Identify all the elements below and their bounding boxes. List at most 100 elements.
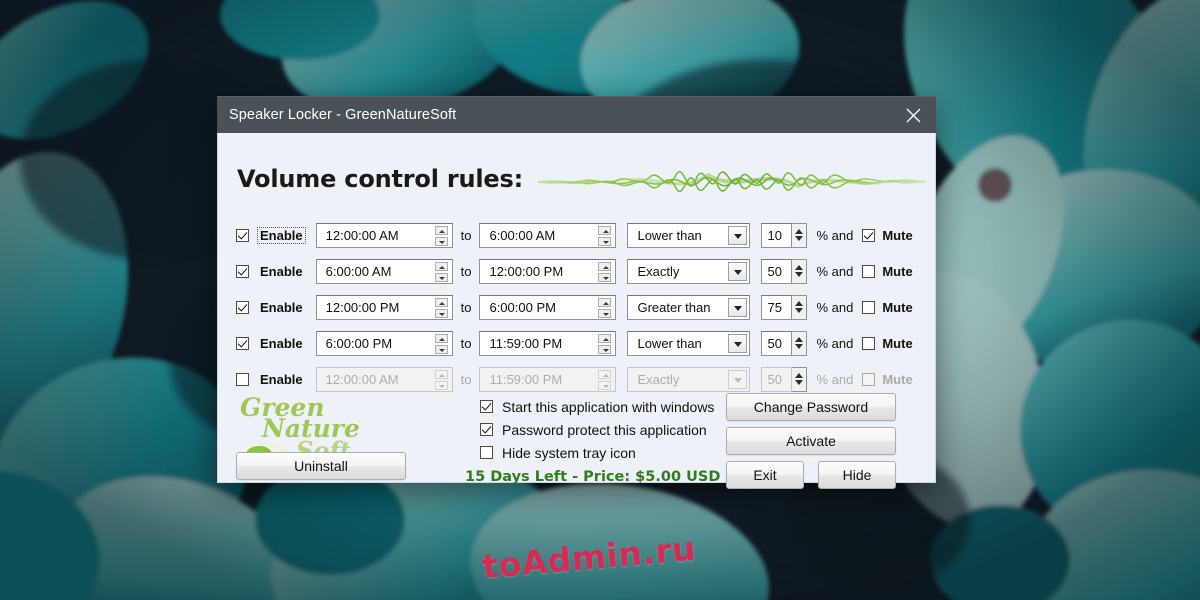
option-password-protect[interactable]: Password protect this application: [480, 418, 714, 441]
chevron-down-icon[interactable]: [728, 333, 748, 353]
spinner-down-icon[interactable]: [598, 236, 612, 246]
spinner-up-icon[interactable]: [434, 261, 448, 271]
spinner-up-icon[interactable]: [434, 297, 448, 307]
window-titlebar[interactable]: Speaker Locker - GreenNatureSoft: [217, 96, 936, 133]
rule-condition-select[interactable]: Exactly: [627, 366, 751, 392]
rule-percent-value: 50: [767, 371, 782, 387]
hide-tray-icon-checkbox[interactable]: [480, 446, 493, 459]
percent-spinner[interactable]: [792, 366, 808, 392]
rule-condition-value: Greater than: [637, 299, 711, 315]
end-time-spinner[interactable]: [598, 225, 612, 246]
spinner-down-icon[interactable]: [434, 308, 448, 318]
rule-start-time-input[interactable]: 6:00:00 AM: [315, 258, 453, 284]
rule-percent-input[interactable]: 50: [761, 366, 793, 392]
spinner-up-icon[interactable]: [434, 225, 448, 235]
chevron-down-icon[interactable]: [728, 261, 748, 281]
rule-condition-select[interactable]: Greater than: [627, 294, 751, 320]
rule-start-time-input[interactable]: 12:00:00 AM: [315, 222, 453, 248]
spinner-up-icon[interactable]: [434, 333, 448, 343]
rule-condition-select[interactable]: Exactly: [627, 258, 751, 284]
percent-spinner[interactable]: [792, 222, 808, 248]
spinner-down-icon[interactable]: [598, 308, 612, 318]
rule-condition-select[interactable]: Lower than: [627, 222, 751, 248]
rule-condition-select[interactable]: Lower than: [627, 330, 751, 356]
spinner-down-icon[interactable]: [795, 344, 804, 349]
rule-mute-checkbox[interactable]: [862, 336, 876, 350]
rule-enable-checkbox[interactable]: [236, 372, 249, 386]
percent-spinner[interactable]: [792, 258, 808, 284]
exit-button[interactable]: Exit: [726, 461, 804, 489]
rule-end-time-input[interactable]: 6:00:00 AM: [479, 222, 617, 248]
percent-spinner[interactable]: [792, 330, 808, 356]
start-time-spinner[interactable]: [434, 225, 448, 246]
start-time-spinner[interactable]: [434, 261, 448, 282]
rule-percent-input[interactable]: 50: [761, 330, 793, 356]
spinner-up-icon[interactable]: [598, 297, 612, 307]
start-time-spinner[interactable]: [434, 297, 448, 318]
start-with-windows-checkbox[interactable]: [480, 400, 493, 413]
end-time-spinner[interactable]: [598, 261, 612, 282]
option-start-with-windows[interactable]: Start this application with windows: [480, 395, 714, 418]
rule-enable-checkbox[interactable]: [236, 228, 249, 242]
spinner-down-icon[interactable]: [795, 272, 804, 277]
spinner-down-icon[interactable]: [598, 344, 612, 354]
rule-start-time-input[interactable]: 6:00:00 PM: [315, 330, 453, 356]
rule-enable-checkbox[interactable]: [236, 336, 249, 350]
rule-percent-input[interactable]: 75: [761, 294, 793, 320]
rule-end-time-input[interactable]: 11:59:00 PM: [479, 366, 617, 392]
percent-spinner[interactable]: [792, 294, 808, 320]
rule-enable-checkbox[interactable]: [236, 264, 249, 278]
rule-percent-input[interactable]: 50: [761, 258, 793, 284]
rule-mute-checkbox[interactable]: [862, 228, 876, 242]
rule-end-time-input[interactable]: 12:00:00 PM: [479, 258, 617, 284]
spinner-up-icon[interactable]: [795, 229, 804, 234]
activate-button[interactable]: Activate: [726, 427, 896, 455]
close-button[interactable]: [890, 97, 936, 133]
rule-end-time-value: 12:00:00 PM: [489, 263, 564, 279]
rule-start-time-input[interactable]: 12:00:00 AM: [315, 366, 453, 392]
chevron-down-icon[interactable]: [728, 225, 748, 245]
rule-condition-value: Lower than: [637, 227, 702, 243]
rule-enable-label: Enable: [260, 299, 303, 315]
spinner-up-icon[interactable]: [795, 337, 804, 342]
spinner-down-icon[interactable]: [434, 236, 448, 246]
rule-to-label: to: [460, 371, 472, 387]
spinner-down-icon[interactable]: [795, 380, 804, 385]
option-hide-tray-icon[interactable]: Hide system tray icon: [480, 441, 714, 464]
spinner-up-icon[interactable]: [795, 301, 804, 306]
spinner-down-icon[interactable]: [795, 236, 804, 241]
rule-mute-checkbox[interactable]: [862, 300, 876, 314]
chevron-down-icon[interactable]: [728, 297, 748, 317]
application-options: Start this application with windows Pass…: [480, 395, 714, 464]
rule-percent-value: 50: [767, 263, 782, 279]
spinner-down-icon[interactable]: [434, 272, 448, 282]
rule-start-time-input[interactable]: 12:00:00 PM: [315, 294, 453, 320]
end-time-spinner[interactable]: [598, 297, 612, 318]
table-row: Enable 12:00:00 PM to 6:00:00 PM Greater…: [236, 289, 920, 325]
rule-percent-value: 10: [767, 227, 782, 243]
rule-enable-label: Enable: [260, 335, 303, 351]
rule-end-time-input[interactable]: 6:00:00 PM: [479, 294, 617, 320]
uninstall-button[interactable]: Uninstall: [236, 452, 406, 480]
rule-percent-input[interactable]: 10: [761, 222, 793, 248]
change-password-button[interactable]: Change Password: [726, 393, 896, 421]
spinner-down-icon[interactable]: [598, 272, 612, 282]
volume-rules-list: Enable 12:00:00 AM to 6:00:00 AM Lower t…: [236, 217, 920, 397]
password-protect-checkbox[interactable]: [480, 423, 493, 436]
spinner-down-icon[interactable]: [795, 308, 804, 313]
spinner-up-icon[interactable]: [795, 373, 804, 378]
rule-mute-checkbox[interactable]: [862, 372, 876, 386]
spinner-up-icon[interactable]: [598, 333, 612, 343]
start-time-spinner[interactable]: [434, 333, 448, 354]
rule-to-label: to: [460, 227, 472, 243]
rule-mute-checkbox[interactable]: [862, 264, 876, 278]
rule-end-time-value: 6:00:00 AM: [489, 227, 556, 243]
spinner-down-icon[interactable]: [434, 344, 448, 354]
hide-button[interactable]: Hide: [818, 461, 896, 489]
rule-end-time-input[interactable]: 11:59:00 PM: [479, 330, 617, 356]
spinner-up-icon[interactable]: [598, 261, 612, 271]
spinner-up-icon[interactable]: [598, 225, 612, 235]
end-time-spinner[interactable]: [598, 333, 612, 354]
spinner-up-icon[interactable]: [795, 265, 804, 270]
rule-enable-checkbox[interactable]: [236, 300, 249, 314]
